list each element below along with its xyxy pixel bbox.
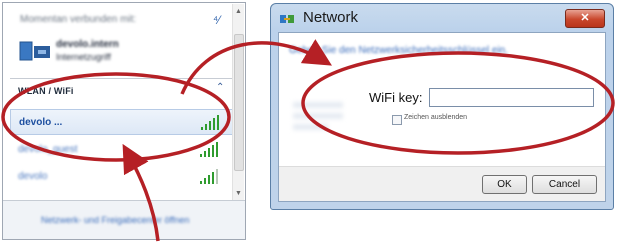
signal-strength-icon — [200, 168, 222, 184]
wifi-network-devolo[interactable]: devolo — [10, 164, 233, 190]
network-connection-icon — [19, 41, 50, 61]
refresh-icon[interactable]: ⁴⁄ — [213, 13, 220, 27]
network-icon — [280, 15, 294, 23]
signal-strength-icon — [200, 141, 222, 157]
ok-button[interactable]: OK — [482, 175, 527, 194]
network-dialog: Network ✕ Geben Sie den Netzwerksicherhe… — [270, 3, 614, 210]
flyout-footer: Netzwerk- und Freigabecenter öffnen — [3, 200, 245, 239]
wifi-network-label: devolo_guest — [18, 144, 78, 155]
dialog-instruction: Geben Sie den Netzwerksicherheitsschlüss… — [289, 45, 508, 56]
network-sharing-center-link[interactable]: Netzwerk- und Freigabecenter öffnen — [41, 215, 189, 225]
wlan-section-title: WLAN / WiFi — [18, 86, 74, 96]
dialog-title: Network — [303, 9, 359, 26]
hide-characters-label: Zeichen ausblenden — [404, 114, 468, 121]
section-divider — [10, 78, 233, 79]
scroll-thumb[interactable] — [234, 34, 244, 171]
chevron-up-icon[interactable]: ⌃ — [216, 82, 224, 93]
connected-network-name: devolo.intern — [56, 39, 119, 50]
wifi-network-label: devolo ... — [19, 117, 63, 128]
scroll-up-icon[interactable]: ▲ — [235, 8, 242, 15]
wifi-network-devolo-selected[interactable]: devolo ... — [10, 109, 233, 135]
cancel-button[interactable]: Cancel — [532, 175, 597, 194]
wifi-key-field[interactable] — [429, 88, 594, 108]
close-button[interactable]: ✕ — [565, 9, 605, 28]
blurred-hint-text — [293, 97, 343, 137]
connected-network-status: Internetzugriff — [56, 52, 111, 62]
scroll-down-icon[interactable]: ▼ — [235, 190, 242, 197]
wifi-key-label: WiFi key: — [369, 90, 423, 105]
signal-strength-icon — [201, 114, 223, 130]
network-flyout: Momentan verbunden mit: ⁴⁄ devolo.intern… — [2, 2, 246, 240]
dialog-body: Geben Sie den Netzwerksicherheitsschlüss… — [278, 32, 606, 202]
connected-header: Momentan verbunden mit: — [20, 14, 137, 25]
wifi-key-input[interactable] — [430, 90, 593, 108]
scrollbar[interactable]: ▲ ▼ — [232, 4, 244, 201]
wifi-network-label: devolo — [18, 171, 48, 182]
hide-characters-checkbox[interactable] — [392, 115, 402, 125]
dialog-button-bar: OK Cancel — [279, 166, 605, 201]
network-list-panel: Momentan verbunden mit: ⁴⁄ devolo.intern… — [4, 4, 233, 201]
wifi-network-devolo-guest[interactable]: devolo_guest — [10, 137, 233, 163]
